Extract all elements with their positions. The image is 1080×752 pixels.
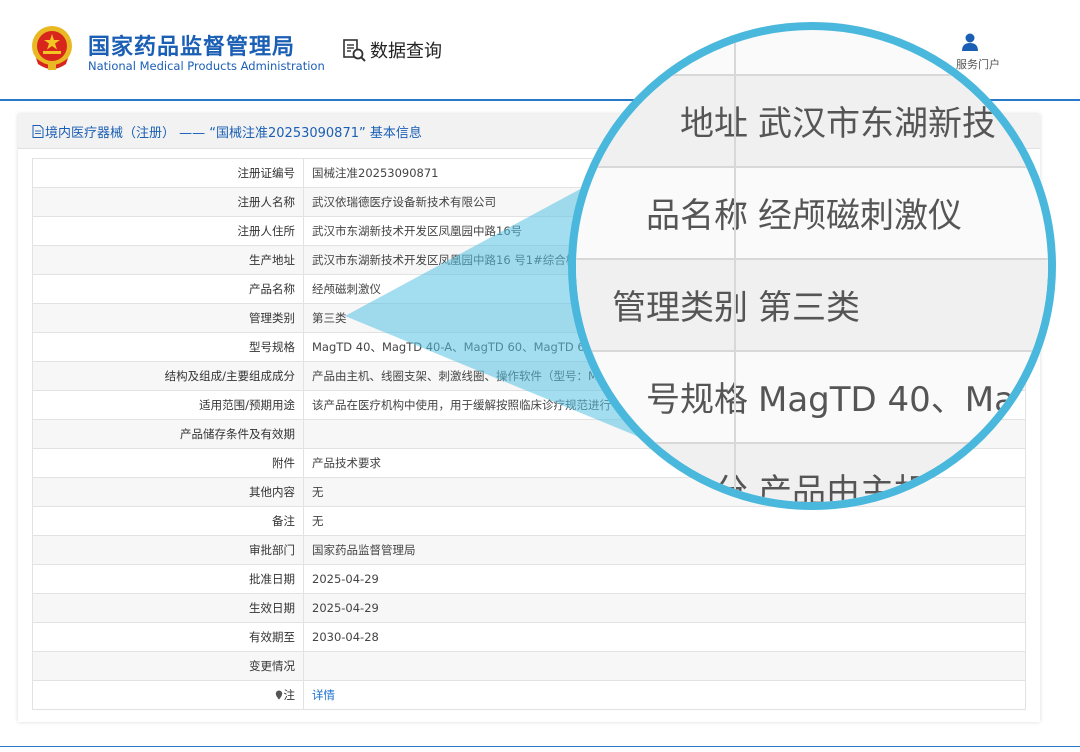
magnifier-row-label: 品名称 <box>646 195 748 236</box>
magnifier-column-divider <box>734 30 736 502</box>
magnifier-row: 分 产品由主机 <box>576 442 1048 502</box>
magnifier-row-label: 管理类别 <box>612 287 748 328</box>
magnifier-row-value: MagTD 40、Ma <box>758 379 1015 420</box>
magnifier-row-divider <box>576 258 1048 260</box>
magnifier-row-value: 武汉市东湖新技 <box>758 103 996 144</box>
magnifier-callout: 地址 武汉市东湖新技 品名称 经颅磁刺激仪 管理类别 第三类 号规格 MagTD… <box>568 22 1056 510</box>
magnifier-row-divider <box>576 166 1048 168</box>
magnifier-row-value: 经颅磁刺激仪 <box>758 195 962 236</box>
magnifier-row: 号规格 MagTD 40、Ma <box>576 350 1048 442</box>
magnifier-content: 地址 武汉市东湖新技 品名称 经颅磁刺激仪 管理类别 第三类 号规格 MagTD… <box>576 30 1048 502</box>
magnifier-row-label: 地址 <box>680 103 748 144</box>
magnifier-row-label: 号规格 <box>646 379 748 420</box>
magnifier-row-divider <box>576 350 1048 352</box>
magnifier-row: 品名称 经颅磁刺激仪 <box>576 166 1048 258</box>
magnifier-row-value: 第三类 <box>758 287 860 328</box>
magnifier-row-divider <box>576 74 1048 76</box>
magnifier-row: 地址 武汉市东湖新技 <box>576 74 1048 166</box>
magnifier-row: 管理类别 第三类 <box>576 258 1048 350</box>
magnifier-row-divider <box>576 442 1048 444</box>
